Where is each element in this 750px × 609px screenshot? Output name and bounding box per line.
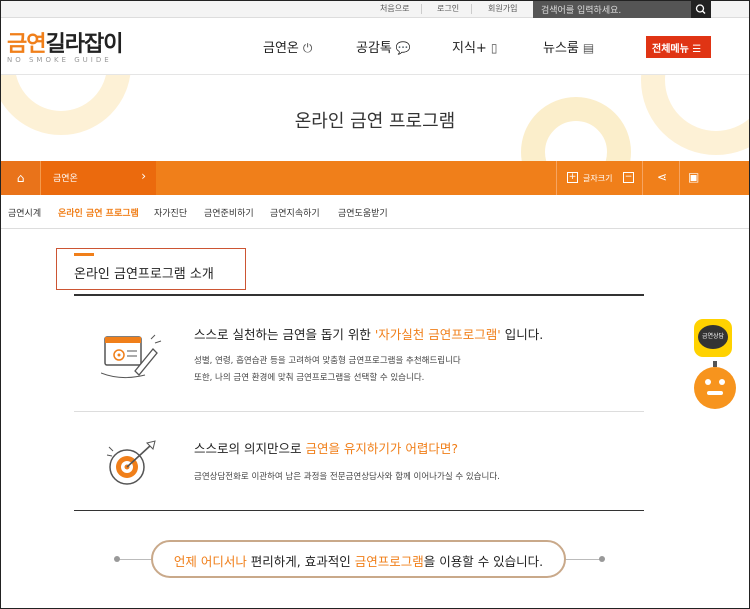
logo-text-orange: 금연	[7, 32, 46, 57]
gnb-item-quit[interactable]: 금연온 ⏻	[263, 37, 312, 56]
breadcrumb-label: 금연온	[53, 174, 78, 184]
heading-text: 스스로의 의지만으로	[194, 441, 306, 456]
mouth-icon	[707, 391, 723, 395]
tab-get-help[interactable]: 금연도움받기	[338, 206, 388, 219]
banner-text: 을 이용할 수 있습니다.	[423, 554, 544, 569]
banner-dot	[599, 556, 605, 562]
search-input[interactable]: 검색어를 입력하세요.	[533, 1, 691, 18]
login-link[interactable]: 로그인	[437, 3, 459, 14]
divider	[74, 510, 644, 511]
banner-text: 편리하게, 효과적인	[246, 554, 355, 569]
home-button[interactable]: ⌂	[1, 161, 41, 195]
tab-online-program[interactable]: 온라인 금연 프로그램	[58, 206, 139, 219]
banner-highlight: 금연프로그램	[354, 554, 424, 569]
book-icon: ▯	[490, 41, 498, 55]
all-menu-button[interactable]: 전체메뉴 ☰	[646, 36, 711, 58]
tab-prepare[interactable]: 금연준비하기	[204, 206, 254, 219]
heading-highlight: 금연을 유지하기가 어렵다면?	[305, 441, 459, 456]
banner-highlight: 언제 어디서나	[173, 554, 247, 569]
gnb-label: 공감톡	[356, 41, 392, 56]
signup-link[interactable]: 회원가입	[488, 3, 517, 14]
font-increase-button[interactable]: +	[567, 172, 578, 183]
gnb-label: 지식+	[452, 41, 487, 56]
share-button[interactable]: ⋖	[642, 161, 679, 195]
block2-heading: 스스로의 의지만으로 금연을 유지하기가 어렵다면?	[194, 438, 458, 457]
banner-line-left	[118, 559, 154, 560]
gnb-label: 뉴스룸	[543, 41, 579, 56]
block1-desc-line1: 성별, 연령, 흡연습관 등을 고려하여 맞춤형 금연프로그램을 추천해드립니다	[194, 356, 461, 366]
block1-desc-line2: 또한, 나의 금연 환경에 맞춰 금연프로그램을 선택할 수 있습니다.	[194, 373, 425, 383]
eye-icon	[705, 379, 711, 385]
antenna-icon	[713, 361, 717, 367]
gnb-item-talk[interactable]: 공감톡 💬	[356, 37, 411, 56]
home-icon: ⌂	[16, 171, 25, 185]
target-icon	[106, 440, 156, 485]
heading-text: 입니다.	[500, 327, 544, 342]
block1-heading: 스스로 실천하는 금연을 돕기 위한 '자가실천 금연프로그램' 입니다.	[194, 324, 543, 343]
gnb-item-knowledge[interactable]: 지식+ ▯	[452, 37, 497, 56]
site-logo[interactable]: 금연길라잡이 NO SMOKE GUIDE	[7, 26, 123, 64]
home-link[interactable]: 처음으로	[380, 3, 409, 14]
print-icon: ▣	[688, 170, 700, 184]
eye-icon	[719, 379, 725, 385]
block2-desc-line1: 금연상담전화로 이관하여 남은 과정을 전문금연상담사와 함께 이어나가실 수 …	[194, 472, 500, 482]
share-icon: ⋖	[657, 170, 668, 184]
breadcrumb-current[interactable]: 금연온 ›	[41, 161, 156, 195]
newspaper-icon: ▤	[582, 41, 595, 55]
divider	[421, 4, 422, 14]
location-bar: ⌂ 금연온 › + 글자크기 − ⋖ ▣	[1, 161, 749, 195]
search-icon	[695, 4, 706, 14]
chatbot-button[interactable]	[694, 361, 736, 409]
logo-subtitle: NO SMOKE GUIDE	[7, 56, 112, 64]
tab-quit-clock[interactable]: 금연시계	[8, 206, 41, 219]
sub-tabs: 금연시계 온라인 금연 프로그램 자가진단 금연준비하기 금연지속하기 금연도움…	[1, 195, 749, 229]
divider	[74, 411, 644, 412]
search-button[interactable]	[691, 1, 711, 18]
all-menu-label: 전체메뉴	[652, 44, 689, 55]
font-decrease-button[interactable]: −	[623, 172, 634, 183]
hero-banner: 온라인 금연 프로그램	[1, 75, 749, 161]
program-banner: 언제 어디서나 편리하게, 효과적인 금연프로그램을 이용할 수 있습니다.	[151, 540, 566, 578]
page-title: 온라인 금연 프로그램	[294, 111, 456, 132]
print-button[interactable]: ▣	[679, 161, 709, 195]
logo-text-dark: 길라잡이	[45, 32, 123, 57]
menu-icon: ☰	[692, 44, 702, 55]
font-size-label: 글자크기	[583, 174, 613, 183]
consult-chat-button[interactable]: 금연상담	[694, 319, 732, 357]
chevron-right-icon: ›	[141, 169, 146, 183]
heading-text: 스스로 실천하는 금연을 돕기 위한	[194, 327, 375, 342]
program-illustration-icon	[101, 334, 162, 379]
divider	[471, 4, 472, 14]
banner-line-right	[565, 559, 601, 560]
tab-self-check[interactable]: 자가진단	[154, 206, 187, 219]
tab-maintain[interactable]: 금연지속하기	[270, 206, 320, 219]
heading-highlight: '자가실천 금연프로그램'	[374, 327, 501, 342]
divider	[74, 294, 644, 296]
site-header: 금연길라잡이 NO SMOKE GUIDE 금연온 ⏻ 공감톡 💬 지식+ ▯ 뉴스룸…	[1, 18, 749, 75]
gnb-label: 금연온	[263, 41, 299, 56]
minus-icon: −	[624, 172, 633, 182]
consult-label: 금연상담	[698, 325, 728, 349]
gnb-item-news[interactable]: 뉴스룸 ▤	[543, 37, 594, 56]
chat-bubble-icon: 💬	[395, 41, 411, 55]
plus-icon: +	[568, 172, 577, 182]
section-title: 온라인 금연프로그램 소개	[74, 267, 214, 282]
utility-bar: 처음으로 로그인 회원가입 검색어를 입력하세요.	[1, 1, 749, 18]
banner-dot	[114, 556, 120, 562]
power-icon: ⏻	[302, 41, 313, 55]
title-accent-bar	[74, 253, 94, 256]
